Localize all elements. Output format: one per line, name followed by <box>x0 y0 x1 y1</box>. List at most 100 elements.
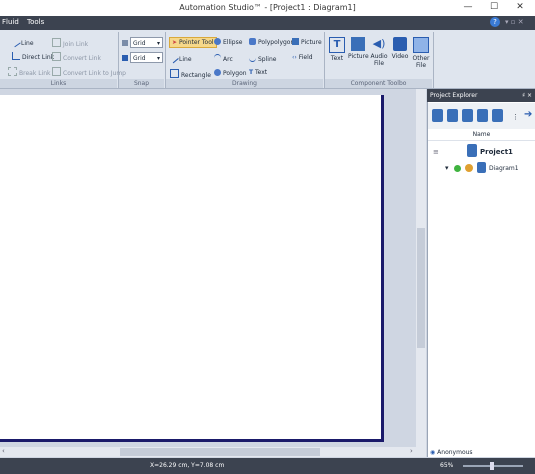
menu-fluid[interactable]: Fluid <box>2 18 19 26</box>
rectangle-button[interactable]: Rectangle <box>170 69 211 79</box>
lock-icon <box>465 164 473 172</box>
tree-expand-icon[interactable]: ▾ <box>445 164 449 172</box>
rectangle-icon <box>170 69 179 78</box>
text-box-icon: T <box>329 37 345 53</box>
picture-button[interactable]: Picture <box>292 38 322 46</box>
direct-link-icon <box>12 52 20 60</box>
user-label: ◉ Anonymous <box>430 449 473 456</box>
group-label-drawing: Drawing <box>166 79 323 88</box>
field-icon: ‹› <box>292 54 297 61</box>
text-icon: T <box>249 69 254 76</box>
group-drawing: ➤ Pointer Tool Ellipse Polypolygon Pictu… <box>166 32 325 88</box>
group-component-toolbox: T Text Picture ◀) Audio File Video Other F… <box>325 32 434 88</box>
convert-link-button[interactable]: Convert Link <box>52 52 101 62</box>
snap-grid-select-2[interactable]: Grid ▾ <box>130 52 163 63</box>
line-button[interactable]: Line <box>168 52 192 64</box>
status-bar: X=26.29 cm, Y=7.08 cm ◉ Anonymous 65% <box>0 449 535 474</box>
ribbon: Line Join Link Direct Link Convert Link … <box>0 30 535 89</box>
project-explorer-title: Project Explorer <box>430 92 478 99</box>
group-label-snap: Snap <box>119 79 164 88</box>
line-link-button[interactable]: Line <box>10 36 34 48</box>
toolbox-video-button[interactable]: Video <box>390 37 410 60</box>
title-bar: Automation Studio™ - [Project1 : Diagram… <box>0 0 535 16</box>
polypolygon-button[interactable]: Polypolygon <box>249 38 294 46</box>
open-project-icon[interactable] <box>447 109 458 122</box>
pointer-icon: ➤ <box>172 39 178 46</box>
snap-grid-select-1[interactable]: Grid ▾ <box>130 37 163 48</box>
jump-icon <box>52 67 61 76</box>
group-label-links: Links <box>0 79 117 88</box>
toolbox-other-file-button[interactable]: Other File <box>411 37 431 69</box>
field-button[interactable]: ‹› Field <box>292 54 313 61</box>
video-icon <box>393 37 407 51</box>
line-icon <box>10 36 21 48</box>
file-icon <box>413 37 429 53</box>
group-snap: Grid ▾ Grid ▾ Snap <box>119 32 166 88</box>
help-icon[interactable]: ? <box>490 17 500 27</box>
tree-grip-icon: ≡ <box>433 148 439 156</box>
group-links: Line Join Link Direct Link Convert Link … <box>0 32 126 88</box>
project-explorer-panel <box>427 89 535 457</box>
panel-pin-close-icon[interactable]: ♯ × <box>522 89 532 102</box>
ribbon-options-icon[interactable]: ▾ ▫ ✕ <box>505 18 524 26</box>
tree-diagram-item[interactable]: Diagram1 <box>489 165 519 172</box>
diagram-sheet[interactable] <box>0 95 384 442</box>
toolbox-audio-button[interactable]: ◀) Audio File <box>369 37 389 67</box>
join-link-icon <box>52 38 61 47</box>
join-link-button[interactable]: Join Link <box>52 38 88 48</box>
polypolygon-icon <box>249 38 256 45</box>
window-title: Automation Studio™ - [Project1 : Diagram… <box>179 3 356 12</box>
chevron-down-icon: ▾ <box>156 40 160 47</box>
spline-button[interactable]: Spline <box>249 54 276 63</box>
direct-link-button[interactable]: Direct Link <box>12 52 54 61</box>
polygon-icon <box>214 69 221 76</box>
line-icon <box>168 52 179 64</box>
arc-icon <box>214 54 221 62</box>
speaker-icon: ◀) <box>372 37 386 50</box>
diagram-icon <box>477 162 486 173</box>
arrow-right-icon[interactable]: ➔ <box>524 109 532 120</box>
maximize-button[interactable]: ☐ <box>486 1 502 14</box>
horizontal-scrollbar-thumb[interactable] <box>120 448 320 456</box>
polygon-button[interactable]: Polygon <box>214 69 247 77</box>
group-label-component-toolbox: Component Toolbo <box>325 79 432 88</box>
minimize-button[interactable]: — <box>460 1 476 14</box>
zoom-slider-thumb[interactable] <box>490 462 494 470</box>
status-ok-icon <box>454 165 461 172</box>
toolbox-text-button[interactable]: T Text <box>327 37 347 62</box>
save-project-icon[interactable] <box>462 109 473 122</box>
toolbar-overflow-icon[interactable]: ⋮ <box>512 113 519 121</box>
snap-cursor-icon <box>122 55 128 61</box>
break-link-icon <box>8 67 17 76</box>
convert-link-to-jump-button[interactable]: Convert Link to Jump <box>52 67 126 77</box>
properties-icon[interactable] <box>492 109 503 122</box>
text-button[interactable]: T Text <box>249 69 267 76</box>
vertical-scrollbar-thumb[interactable] <box>417 228 425 348</box>
new-project-icon[interactable] <box>432 109 443 122</box>
zoom-level: 65% <box>440 462 454 469</box>
break-link-button[interactable]: Break Link <box>8 67 51 77</box>
menu-tools[interactable]: Tools <box>27 18 44 26</box>
ellipse-button[interactable]: Ellipse <box>214 38 242 46</box>
project-explorer-header: Project Explorer ♯ × <box>427 89 535 102</box>
project-icon <box>467 144 477 157</box>
snap-grid-icon <box>122 40 128 46</box>
tree-project-item[interactable]: Project1 <box>480 148 513 156</box>
user-icon: ◉ <box>430 449 436 456</box>
toolbox-picture-button[interactable]: Picture <box>348 37 369 60</box>
picture-icon <box>351 37 365 51</box>
column-header-name[interactable]: Name <box>428 130 535 141</box>
explorer-toolbar: ⋮ ➔ <box>428 103 535 129</box>
close-button[interactable]: ✕ <box>512 1 528 14</box>
menu-bar: Fluid Tools ? ▾ ▫ ✕ <box>0 16 535 30</box>
cursor-coordinates: X=26.29 cm, Y=7.08 cm <box>150 462 225 469</box>
scroll-left-icon[interactable]: ‹ <box>2 447 5 455</box>
convert-link-icon <box>52 52 61 61</box>
scroll-right-icon[interactable]: › <box>410 447 413 455</box>
spline-icon <box>249 54 256 62</box>
picture-icon <box>292 38 299 45</box>
arc-button[interactable]: Arc <box>214 54 233 63</box>
add-diagram-icon[interactable] <box>477 109 488 122</box>
pointer-tool-button[interactable]: ➤ Pointer Tool <box>169 37 217 48</box>
ellipse-icon <box>214 38 221 45</box>
